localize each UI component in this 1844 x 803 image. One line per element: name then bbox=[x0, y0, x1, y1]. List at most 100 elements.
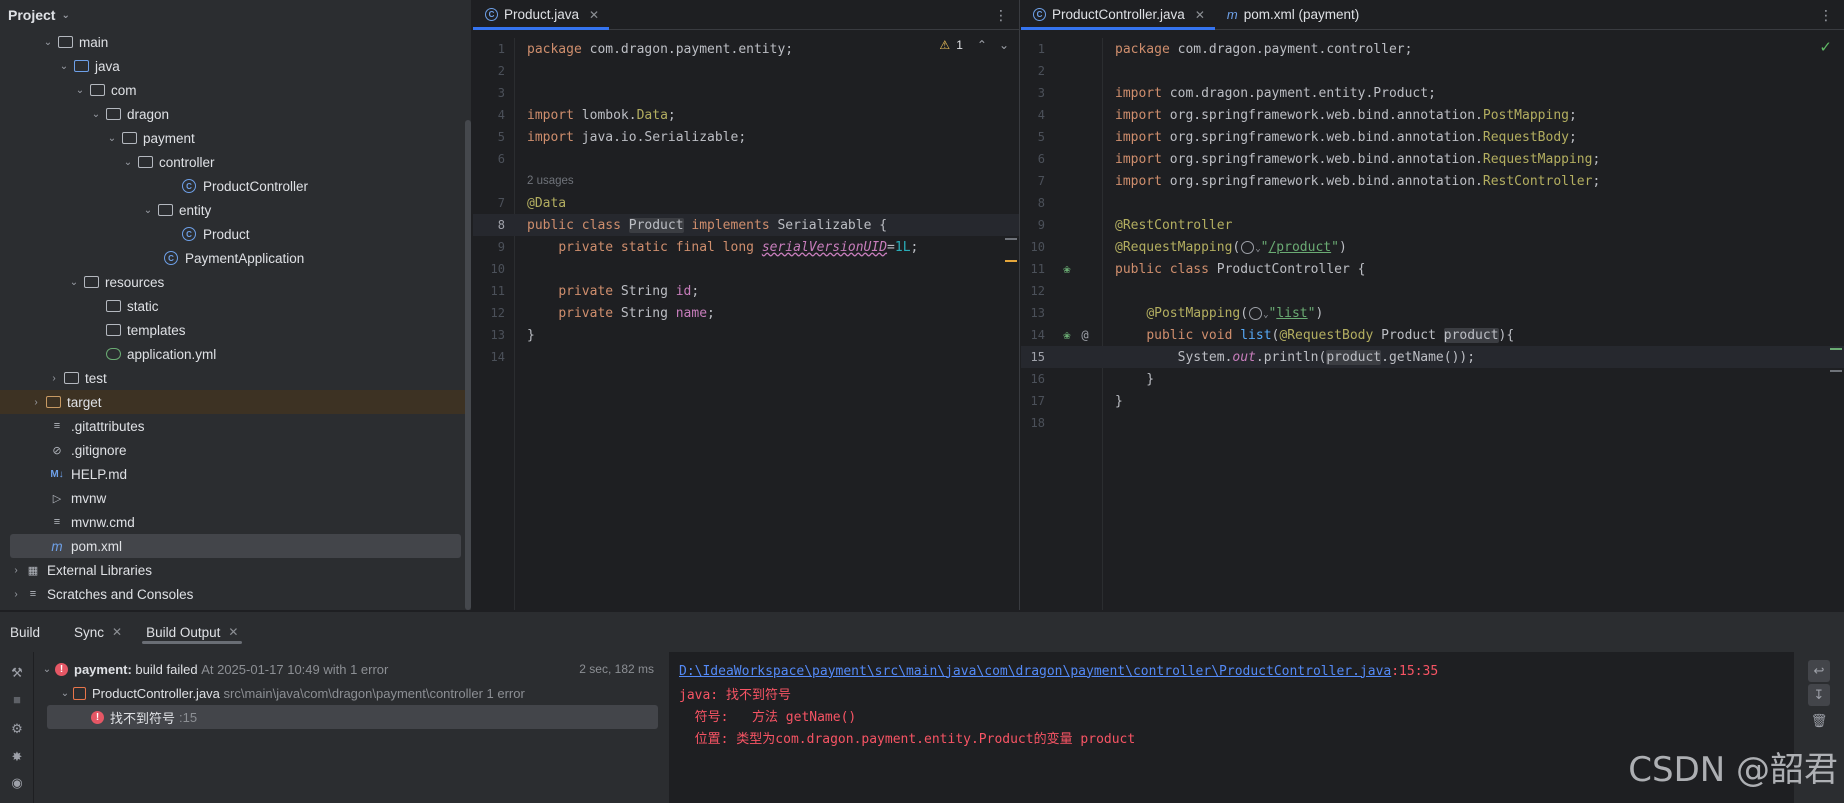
close-icon[interactable]: ✕ bbox=[228, 625, 238, 639]
tree-item-help-md[interactable]: M↓ HELP.md bbox=[0, 462, 471, 486]
tree-item-dragon[interactable]: ⌄ dragon bbox=[0, 102, 471, 126]
chevron-down-icon[interactable]: ⌄ bbox=[88, 109, 104, 120]
editor-tabbar: C ProductController.java ✕ m pom.xml (pa… bbox=[1021, 0, 1844, 30]
code-line: 16 } bbox=[1030, 371, 1155, 387]
chevron-right-icon[interactable]: › bbox=[8, 565, 24, 576]
close-icon[interactable]: ✕ bbox=[589, 8, 599, 22]
eye-icon[interactable]: ◉ bbox=[8, 774, 26, 792]
code-line: 12 private String name; bbox=[490, 305, 715, 321]
tab-product-java[interactable]: C Product.java ✕ bbox=[473, 0, 610, 30]
tab-build-output[interactable]: Build Output ✕ bbox=[134, 612, 250, 652]
tree-item-resources[interactable]: ⌄ resources bbox=[0, 270, 471, 294]
tree-item-label: controller bbox=[159, 154, 215, 170]
trash-icon[interactable]: 🗑 bbox=[1808, 710, 1830, 732]
more-options-icon[interactable]: ⋮ bbox=[994, 7, 1008, 24]
code-line: 5 import java.io.Serializable; bbox=[497, 129, 747, 145]
chevron-down-icon[interactable]: ⌄ bbox=[104, 133, 120, 144]
tree-item-com[interactable]: ⌄ com bbox=[0, 78, 471, 102]
chevron-down-icon[interactable]: ⌄ bbox=[140, 205, 156, 216]
chevron-down-icon[interactable]: ⌄ bbox=[61, 10, 69, 21]
chevron-down-icon[interactable]: ⌄ bbox=[120, 157, 136, 168]
chevron-down-icon[interactable]: ⌄ bbox=[66, 277, 82, 288]
error-file-link[interactable]: D:\IdeaWorkspace\payment\src\main\java\c… bbox=[679, 664, 1391, 679]
tree-item-main[interactable]: ⌄ main bbox=[0, 30, 471, 54]
chevron-down-icon[interactable]: ⌄ bbox=[72, 85, 88, 96]
code-line: 10 bbox=[490, 262, 505, 276]
tree-item-label: target bbox=[67, 394, 102, 410]
chevron-down-icon[interactable]: ⌄ bbox=[57, 688, 73, 699]
tree-item-gitignore[interactable]: ⊘ .gitignore bbox=[0, 438, 471, 462]
scroll-marker[interactable] bbox=[1830, 370, 1842, 372]
soft-wrap-icon[interactable]: ↩ bbox=[1808, 660, 1830, 682]
build-output-console[interactable]: D:\IdeaWorkspace\payment\src\main\java\c… bbox=[669, 652, 1794, 803]
chevron-right-icon[interactable]: › bbox=[28, 397, 44, 408]
chevron-down-icon[interactable]: ⌄ bbox=[40, 37, 56, 48]
code-line: 9 private static final long serialVersio… bbox=[497, 239, 919, 255]
chevron-down-icon[interactable]: ⌄ bbox=[39, 664, 55, 675]
build-error-line: :15 bbox=[179, 709, 198, 725]
tab-sync[interactable]: Sync ✕ bbox=[62, 612, 134, 652]
gear-icon[interactable]: ⚙ bbox=[8, 720, 26, 738]
text-file-icon: ≡ bbox=[53, 516, 61, 528]
tab-pom-xml[interactable]: m pom.xml (payment) bbox=[1215, 0, 1369, 29]
source-folder-icon bbox=[72, 58, 90, 74]
tree-item-pom-xml[interactable]: m pom.xml bbox=[10, 534, 461, 558]
spring-endpoint-icon[interactable]: ❀ bbox=[1059, 327, 1075, 343]
change-marker[interactable] bbox=[1830, 348, 1842, 350]
annotation-at-icon[interactable]: @ bbox=[1077, 327, 1093, 343]
tree-item-productcontroller[interactable]: C ProductController bbox=[0, 174, 471, 198]
tree-item-gitattributes[interactable]: ≡ .gitattributes bbox=[0, 414, 471, 438]
output-line: D:\IdeaWorkspace\payment\src\main\java\c… bbox=[679, 660, 1784, 682]
tree-item-target[interactable]: › target bbox=[0, 390, 471, 414]
code-line: 4 import lombok.Data; bbox=[497, 107, 676, 123]
chevron-down-icon[interactable]: ⌄ bbox=[56, 61, 72, 72]
tree-item-templates[interactable]: templates bbox=[0, 318, 471, 342]
package-icon bbox=[120, 130, 138, 146]
tree-item-mvnw[interactable]: ▷ mvnw bbox=[0, 486, 471, 510]
tree-item-label: Product bbox=[203, 226, 250, 242]
tree-item-application-yml[interactable]: application.yml bbox=[0, 342, 471, 366]
hammer-icon[interactable]: ⚒ bbox=[8, 664, 26, 682]
code-line: 2 bbox=[1037, 64, 1045, 78]
warning-marker[interactable] bbox=[1005, 260, 1017, 262]
chevron-right-icon[interactable]: › bbox=[46, 373, 62, 384]
spring-bean-icon[interactable]: ❀ bbox=[1059, 261, 1075, 277]
tree-item-payment[interactable]: ⌄ payment bbox=[0, 126, 471, 150]
tree-item-label: java bbox=[95, 58, 120, 74]
code-line: 4 import org.springframework.web.bind.ann… bbox=[1037, 107, 1577, 123]
tree-item-paymentapplication[interactable]: C PaymentApplication bbox=[0, 246, 471, 270]
build-tree: ⌄ ! payment: build failed At 2025-01-17 … bbox=[35, 652, 668, 803]
tab-productcontroller-java[interactable]: C ProductController.java ✕ bbox=[1021, 0, 1215, 30]
code-line: 18 bbox=[1030, 416, 1045, 430]
tree-item-product[interactable]: C Product bbox=[0, 222, 471, 246]
close-icon[interactable]: ✕ bbox=[1195, 8, 1205, 22]
project-scrollbar[interactable] bbox=[465, 120, 471, 610]
build-duration: 2 sec, 182 ms bbox=[579, 662, 654, 676]
code-line: 3 bbox=[497, 86, 505, 100]
pin-icon[interactable]: ✸ bbox=[8, 748, 26, 766]
stop-icon[interactable]: ■ bbox=[8, 690, 26, 708]
code-editor[interactable]: 1 package com.dragon.payment.entity; 2 3 … bbox=[473, 38, 1019, 610]
tree-item-entity[interactable]: ⌄ entity bbox=[0, 198, 471, 222]
tree-item-label: test bbox=[85, 370, 107, 386]
scroll-to-end-icon[interactable]: ↧ bbox=[1808, 684, 1830, 706]
code-editor[interactable]: 1 package com.dragon.payment.controller; … bbox=[1021, 38, 1844, 610]
tree-item-label: main bbox=[79, 34, 109, 50]
chevron-right-icon[interactable]: › bbox=[8, 589, 24, 600]
build-root-row[interactable]: ⌄ ! payment: build failed At 2025-01-17 … bbox=[35, 657, 668, 681]
more-options-icon[interactable]: ⋮ bbox=[1819, 7, 1833, 24]
tree-item-external-libraries[interactable]: › ▦ External Libraries bbox=[0, 558, 471, 582]
tree-item-static[interactable]: static bbox=[0, 294, 471, 318]
project-view-header[interactable]: Project ⌄ bbox=[0, 0, 471, 30]
tree-item-controller[interactable]: ⌄ controller bbox=[0, 150, 471, 174]
close-icon[interactable]: ✕ bbox=[112, 625, 122, 639]
build-error-row[interactable]: ! 找不到符号 :15 bbox=[47, 705, 658, 729]
tree-item-mvnw-cmd[interactable]: ≡ mvnw.cmd bbox=[0, 510, 471, 534]
tree-item-test[interactable]: › test bbox=[0, 366, 471, 390]
code-line: 3 import com.dragon.payment.entity.Produc… bbox=[1037, 85, 1436, 101]
usages-hint[interactable]: 2 usages bbox=[473, 170, 1019, 192]
tree-item-java[interactable]: ⌄ java bbox=[0, 54, 471, 78]
build-file-row[interactable]: ⌄ ProductController.java src\main\java\c… bbox=[35, 681, 668, 705]
tree-item-scratches[interactable]: › ≡ Scratches and Consoles bbox=[0, 582, 471, 606]
scroll-marker[interactable] bbox=[1005, 238, 1017, 240]
